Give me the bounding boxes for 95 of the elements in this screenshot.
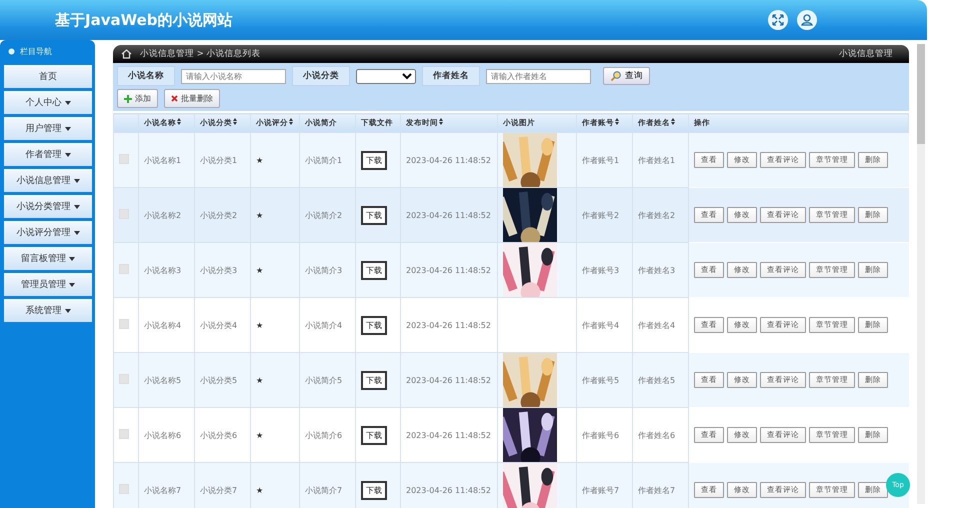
table-cell: 2023-04-26 11:48:52 [406,266,491,274]
sidebar-item[interactable]: 管理员管理 [4,273,92,296]
search-field[interactable]: 请输入小说名称 [181,68,286,84]
table-cell: 小说名称4 [144,320,182,330]
sidebar-item[interactable]: 小说评分管理 [4,221,92,244]
sidebar-item[interactable]: 小说信息管理 [4,169,92,192]
search-button[interactable]: 查询 [603,67,650,85]
table-cell: 作者账号3 [582,266,620,274]
field-label: 小说分类 [292,66,350,86]
table-cell: 小说名称1 [144,156,182,164]
table-cell: 作者姓名3 [638,266,676,274]
table-cell: 小说简介1 [305,156,342,164]
row-checkbox[interactable] [119,429,129,439]
table-cell: 2023-04-26 11:48:52 [406,320,491,330]
search-field[interactable]: 请输入作者姓名 [486,68,591,84]
action-button[interactable]: 批量删除 [164,89,220,108]
download-button[interactable]: 下载 [361,426,387,444]
table-cell: 小说名称5 [144,376,182,384]
sidebar-item[interactable]: 小说分类管理 [4,195,92,218]
table-cell: 2023-04-26 11:48:52 [406,486,491,494]
rating-text: ★ [256,266,264,274]
table-cell: 2023-04-26 11:48:52 [406,376,491,384]
table-cell: 小说名称6 [144,430,182,440]
row-checkbox[interactable] [119,209,129,219]
table-cell: 小说简介7 [305,486,342,494]
table-cell: 作者账号7 [582,486,620,494]
row-checkbox[interactable] [119,264,129,274]
table-cell: 小说简介5 [305,376,342,384]
table-cell: 作者姓名5 [638,376,676,384]
section-title: 小说信息管理 [839,48,893,60]
site-title: 基于JavaWeb的小说网站 [55,10,234,30]
row-checkbox[interactable] [119,374,129,384]
sidebar-item[interactable]: 首页 [4,65,92,88]
download-button[interactable]: 下载 [361,316,387,334]
download-button[interactable]: 下载 [361,206,387,224]
bullet-icon [8,48,15,54]
table-cell: 作者账号4 [582,320,620,330]
table-cell: 小说名称7 [144,486,182,494]
table-cell: 2023-04-26 11:48:52 [406,210,491,220]
download-button[interactable]: 下载 [361,480,387,500]
download-button[interactable]: 下载 [361,370,387,390]
table-cell: 作者账号6 [582,430,620,440]
rating-text: ★ [256,156,264,164]
row-checkbox[interactable] [119,319,129,329]
row-checkbox[interactable] [119,484,129,494]
category-select[interactable] [356,68,416,84]
rating-text: ★ [256,486,264,494]
cross-icon [171,95,178,102]
sidebar-item[interactable]: 作者管理 [4,143,92,166]
rating-text: ★ [256,210,264,220]
field-label: 作者姓名 [422,66,480,86]
table-cell: 小说分类6 [200,430,238,440]
table-cell: 小说简介6 [305,430,342,440]
user-icon[interactable] [797,10,817,30]
scrollbar-thumb[interactable] [917,44,925,144]
table-cell: 作者账号2 [582,210,620,220]
download-button[interactable]: 下载 [361,150,387,170]
rating-text: ★ [256,376,264,384]
search-icon [610,70,622,82]
table-cell: 小说分类4 [200,320,238,330]
table-cell: 作者姓名7 [638,486,676,494]
rating-text: ★ [256,430,264,440]
breadcrumb-path: 小说信息管理 > 小说信息列表 [140,48,261,60]
table-cell: 作者姓名4 [638,320,676,330]
plus-icon [124,94,132,102]
table-cell: 小说简介3 [305,266,342,274]
table-cell: 小说名称3 [144,266,182,274]
sidebar-item[interactable]: 系统管理 [4,299,92,322]
table-cell: 作者账号1 [582,156,620,164]
row-checkbox[interactable] [119,154,129,164]
table-cell: 2023-04-26 11:48:52 [406,430,491,440]
table-cell: 小说简介4 [305,320,342,330]
table-cell: 小说分类1 [200,156,238,164]
table-cell: 小说名称2 [144,210,182,220]
scrollbar[interactable] [917,44,925,504]
action-button[interactable]: 添加 [117,89,158,108]
rating-text: ★ [256,320,264,330]
table-cell: 作者姓名6 [638,430,676,440]
field-label: 小说名称 [117,66,175,86]
table-cell: 小说简介2 [305,210,342,220]
sidebar-item[interactable]: 用户管理 [4,117,92,140]
download-button[interactable]: 下载 [361,260,387,280]
table-cell: 作者账号5 [582,376,620,384]
table-cell: 小说分类3 [200,266,238,274]
sidebar-item[interactable]: 留言板管理 [4,247,92,270]
table-cell: 小说分类5 [200,376,238,384]
sidebar-item[interactable]: 个人中心 [4,91,92,114]
sidebar-title: 栏目导航 [20,46,52,56]
table-cell: 作者姓名2 [638,210,676,220]
table-cell: 2023-04-26 11:48:52 [406,156,491,164]
fullscreen-icon[interactable] [768,10,788,30]
table-cell: 小说分类2 [200,210,238,220]
home-icon [121,49,132,59]
table-cell: 作者姓名1 [638,156,676,164]
table-cell: 小说分类7 [200,486,238,494]
